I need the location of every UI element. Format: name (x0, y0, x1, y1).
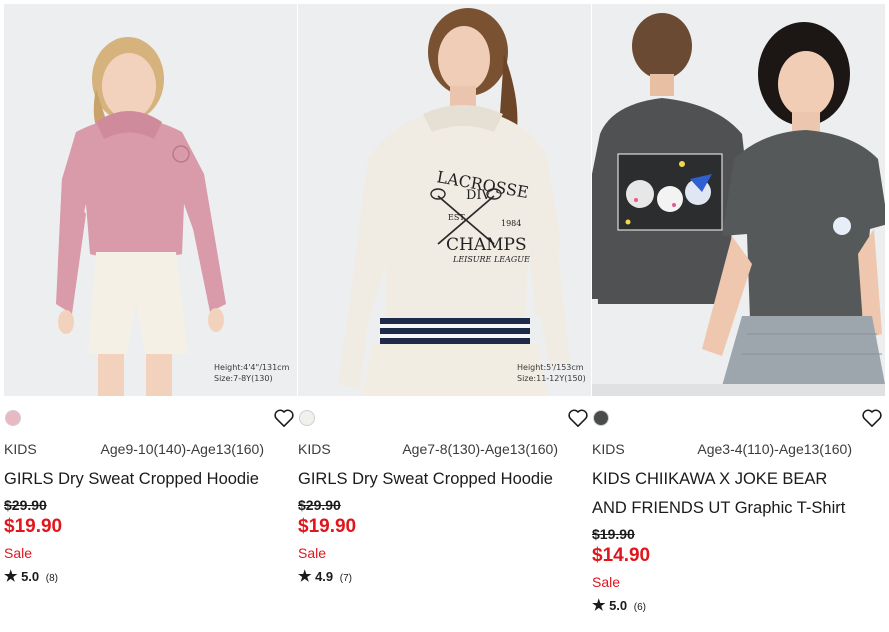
product-image[interactable]: LACROSSE DIV. EST. 1984 CHAMPS LEISURE L… (298, 4, 591, 396)
star-icon: ★ (592, 597, 606, 614)
rating-value: 5.0 (609, 598, 628, 613)
rating-value: 5.0 (21, 569, 40, 584)
product-card[interactable]: KIDS Age3-4(110)-Age13(160) KIDS CHIIKAW… (592, 0, 885, 632)
model-size-note: Height:4'4"/131cm Size:7-8Y(130) (214, 362, 289, 384)
product-image[interactable] (592, 4, 885, 396)
product-image[interactable] (4, 4, 297, 396)
original-price: $29.90 (4, 497, 47, 513)
sale-price: $19.90 (298, 516, 357, 537)
category-tag: KIDS (592, 441, 625, 457)
rating: ★ 5.0 (6) (592, 596, 646, 614)
print-line-3: CHAMPS (446, 235, 527, 255)
product-card[interactable]: Height:4'4"/131cm Size:7-8Y(130) KIDS Ag… (4, 0, 297, 632)
print-line-4: LEISURE LEAGUE (452, 255, 530, 264)
sale-label: Sale (4, 545, 33, 561)
model-size: Size:11-12Y(150) (517, 374, 586, 383)
original-price: $29.90 (298, 497, 341, 513)
size-range: Age3-4(110)-Age13(160) (697, 441, 852, 457)
color-swatch[interactable] (299, 410, 315, 426)
heart-outline-icon[interactable] (567, 408, 589, 428)
print-year: 1984 (501, 219, 521, 228)
star-icon: ★ (298, 568, 312, 585)
rating-value: 4.9 (315, 569, 334, 584)
rating: ★ 5.0 (8) (4, 567, 58, 585)
heart-outline-icon[interactable] (861, 408, 883, 428)
original-price: $19.90 (592, 526, 635, 542)
review-count: (8) (45, 573, 59, 584)
print-line-2: DIV. (466, 188, 493, 203)
product-title[interactable]: GIRLS Dry Sweat Cropped Hoodie (298, 465, 578, 494)
category-tag: KIDS (298, 441, 331, 457)
model-height: Height:4'4"/131cm (214, 363, 290, 372)
model-height: Height:5'/153cm (517, 363, 584, 372)
size-range: Age9-10(140)-Age13(160) (100, 441, 264, 457)
review-count: (6) (633, 602, 647, 613)
color-swatch[interactable] (593, 410, 609, 426)
product-card[interactable]: LACROSSE DIV. EST. 1984 CHAMPS LEISURE L… (298, 0, 591, 632)
sale-label: Sale (298, 545, 327, 561)
model-size: Size:7-8Y(130) (214, 374, 273, 383)
sale-label: Sale (592, 574, 621, 590)
sale-price: $19.90 (4, 516, 63, 537)
size-range: Age7-8(130)-Age13(160) (402, 441, 558, 457)
product-title[interactable]: KIDS CHIIKAWA X JOKE BEAR AND FRIENDS UT… (592, 465, 852, 523)
sale-price: $14.90 (592, 545, 651, 566)
category-tag: KIDS (4, 441, 37, 457)
rating: ★ 4.9 (7) (298, 567, 352, 585)
review-count: (7) (339, 573, 353, 584)
color-swatch[interactable] (5, 410, 21, 426)
star-icon: ★ (4, 568, 18, 585)
heart-outline-icon[interactable] (273, 408, 295, 428)
print-est: EST. (448, 213, 466, 222)
model-size-note: Height:5'/153cm Size:11-12Y(150) (517, 362, 586, 384)
product-title[interactable]: GIRLS Dry Sweat Cropped Hoodie (4, 465, 284, 494)
